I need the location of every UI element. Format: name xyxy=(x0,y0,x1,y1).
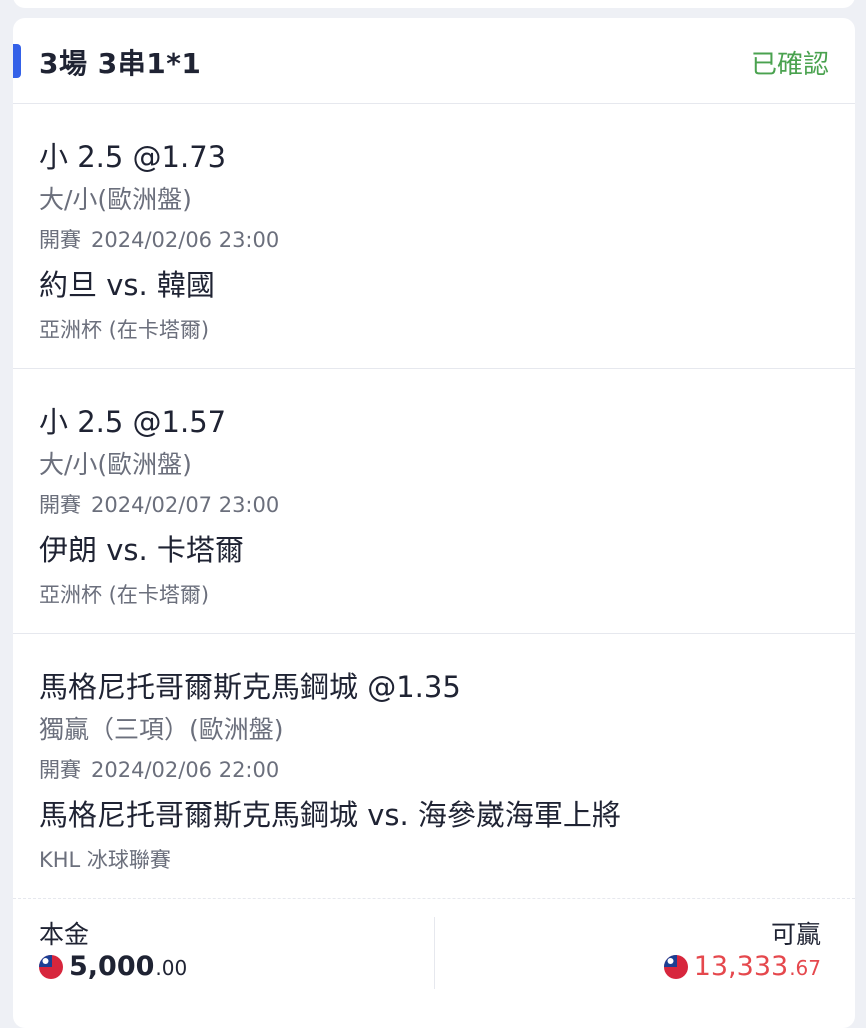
bet-market: 大/小(歐洲盤) xyxy=(39,450,192,479)
start-time-label: 開賽 xyxy=(39,493,81,517)
bet-selection: 馬格尼托哥爾斯克馬鋼城 @1.35 xyxy=(39,670,461,704)
parlay-title: 3場 3串1*1 xyxy=(39,47,202,80)
status-badge: 已確認 xyxy=(750,50,829,80)
start-time-label: 開賽 xyxy=(39,758,81,782)
stake-amount-main: 5,000 xyxy=(69,951,155,982)
payout-amount-decimal: .67 xyxy=(789,956,821,980)
taiwan-flag-icon xyxy=(39,954,63,979)
stake-label: 本金 xyxy=(39,920,90,949)
bet-slip-card: 3場 3串1*1 已確認 小 2.5 @1.73 大/小(歐洲盤) 開賽 2024… xyxy=(13,18,855,1028)
bet-leg-3: 馬格尼托哥爾斯克馬鋼城 @1.35 獨贏（三項）(歐洲盤) 開賽 2024/02/… xyxy=(13,634,855,899)
start-time-row: 開賽 2024/02/06 22:00 xyxy=(39,754,279,784)
bet-leg-2: 小 2.5 @1.57 大/小(歐洲盤) 開賽 2024/02/07 23:00 … xyxy=(13,369,855,634)
payout-amount: 13,333.67 xyxy=(663,951,821,982)
start-time-value: 2024/02/06 22:00 xyxy=(91,758,280,782)
bet-market: 獨贏（三項）(歐洲盤) xyxy=(39,715,284,744)
previous-card-edge xyxy=(13,0,855,8)
bet-summary: 本金 5,000.00 可贏 13,333 .67 xyxy=(13,899,855,1009)
payout-amount-main: 13,333 xyxy=(693,951,789,982)
start-time-label: 開賽 xyxy=(39,228,81,252)
summary-divider xyxy=(434,917,435,989)
payout-label: 可贏 xyxy=(770,920,821,949)
league-name: KHL 冰球聯賽 xyxy=(39,848,171,872)
stake-amount: 5,000.00 xyxy=(39,951,187,982)
start-time-value: 2024/02/06 23:00 xyxy=(91,228,280,252)
start-time-value: 2024/02/07 23:00 xyxy=(91,493,280,517)
start-time-row: 開賽 2024/02/06 23:00 xyxy=(39,224,279,254)
start-time-row: 開賽 2024/02/07 23:00 xyxy=(39,489,279,519)
matchup: 約旦 vs. 韓國 xyxy=(39,268,215,302)
taiwan-flag-icon xyxy=(663,954,688,979)
bet-market: 大/小(歐洲盤) xyxy=(39,185,192,214)
header-accent-bar xyxy=(13,44,21,78)
stake-amount-decimal: .00 xyxy=(155,956,188,980)
league-name: 亞洲杯 (在卡塔爾) xyxy=(39,318,210,342)
bet-slip-header: 3場 3串1*1 已確認 xyxy=(13,18,855,104)
matchup: 馬格尼托哥爾斯克馬鋼城 vs. 海參崴海軍上將 xyxy=(39,798,621,832)
matchup: 伊朗 vs. 卡塔爾 xyxy=(39,533,244,567)
league-name: 亞洲杯 (在卡塔爾) xyxy=(39,583,210,607)
bet-selection: 小 2.5 @1.73 xyxy=(39,140,227,174)
bet-leg-1: 小 2.5 @1.73 大/小(歐洲盤) 開賽 2024/02/06 23:00 … xyxy=(13,104,855,369)
bet-selection: 小 2.5 @1.57 xyxy=(39,405,227,439)
